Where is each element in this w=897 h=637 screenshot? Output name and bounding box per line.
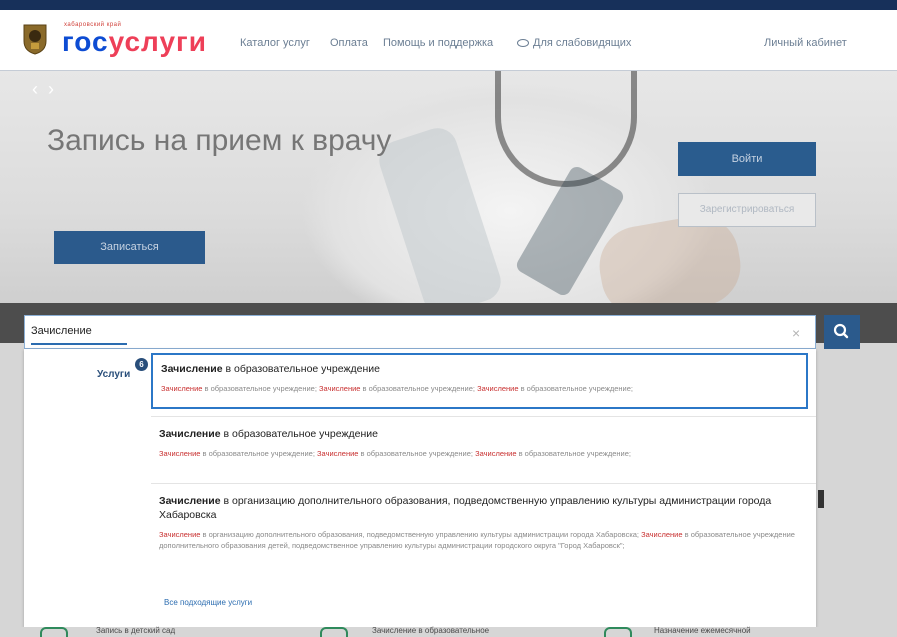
result-title: Зачисление в организацию дополнительного… [159,494,800,522]
popular-item-3[interactable]: Назначение ежемесячной [654,626,751,635]
result-title-rest: в организацию дополнительного образовани… [159,495,772,521]
category-label[interactable]: Услуги [97,369,130,380]
site-header: хабаровский край госуслуги Каталог услуг… [0,10,897,71]
service-icon [604,627,632,637]
result-description: Зачисление в образовательное учреждение;… [161,383,798,394]
region-emblem-icon [23,24,47,55]
nav-help-link[interactable]: Помощь и поддержка [383,37,493,49]
result-title: Зачисление в образовательное учреждение [159,427,800,441]
desc-highlight: Зачисление [319,384,361,393]
service-icon [320,627,348,637]
top-bar [0,0,897,10]
result-item[interactable]: Зачисление в образовательное учреждение … [151,353,808,409]
search-underline [31,343,127,345]
desc-text: в образовательное учреждение; [202,384,320,393]
service-icon [40,627,68,637]
logo-part-1: гос [62,26,109,57]
popular-item-2[interactable]: Зачисление в образовательное [372,626,489,635]
desc-highlight: Зачисление [477,384,519,393]
logo-part-2: услуги [108,26,207,57]
result-divider [151,483,816,484]
result-description: Зачисление в образовательное учреждение;… [159,448,800,459]
result-description: Зачисление в организацию дополнительного… [159,529,800,551]
result-item[interactable]: Зачисление в образовательное учреждение … [151,420,808,480]
slider-prev-icon[interactable]: ‹ [32,79,48,99]
desc-highlight: Зачисление [641,530,683,539]
nav-accessibility-link[interactable]: Для слабовидящих [517,37,631,49]
result-title-rest: в образовательное учреждение [220,428,378,440]
search-suggestions: Услуги 6 Зачисление в образовательное уч… [24,349,816,627]
result-title-match: Зачисление [159,495,221,507]
bottom-popular-strip: Запись в детский сад Зачисление в образо… [0,626,897,637]
desc-text: в образовательное учреждение; [360,384,478,393]
result-item[interactable]: Зачисление в организацию дополнительного… [151,487,808,587]
nav-catalog-link[interactable]: Каталог услуг [240,37,310,49]
desc-highlight: Зачисление [317,449,359,458]
slider-arrows: ‹› [32,79,64,100]
slider-next-icon[interactable]: › [48,79,64,99]
search-button[interactable] [824,315,860,349]
desc-text: в организацию дополнительного образовани… [200,530,642,539]
desc-text: в образовательное учреждение; [358,449,476,458]
login-button[interactable]: Войти [678,142,816,176]
hero-banner: ‹› Запись на прием к врачу Записаться Во… [0,71,897,303]
nav-accessibility-label: Для слабовидящих [533,37,632,49]
desc-highlight: Зачисление [159,449,201,458]
search-field[interactable]: × [24,315,816,349]
gosuslugi-logo[interactable]: госуслуги [62,27,207,57]
carousel-arrow-shape [818,490,824,508]
nav-payment-link[interactable]: Оплата [330,37,368,49]
nav-cabinet-link[interactable]: Личный кабинет [764,37,847,49]
desc-highlight: Зачисление [161,384,203,393]
result-divider [151,416,816,417]
search-input[interactable] [31,320,771,342]
clear-icon[interactable]: × [792,325,800,341]
desc-highlight: Зачисление [475,449,517,458]
desc-text: в образовательное учреждение; [516,449,631,458]
search-icon [833,323,849,339]
signup-button[interactable]: Записаться [54,231,205,264]
register-button[interactable]: Зарегистрироваться [678,193,816,227]
result-title-match: Зачисление [159,428,221,440]
category-count-badge: 6 [135,358,148,371]
desc-text: в образовательное учреждение; [518,384,633,393]
result-title-match: Зачисление [161,363,223,375]
result-title: Зачисление в образовательное учреждение [161,362,798,376]
desc-text: в образовательное учреждение; [200,449,318,458]
all-services-link[interactable]: Все подходящие услуги [164,598,252,607]
eye-icon [517,39,529,47]
hero-title: Запись на прием к врачу [47,124,392,157]
popular-item-1[interactable]: Запись в детский сад [96,626,175,635]
desc-highlight: Зачисление [159,530,201,539]
result-title-rest: в образовательное учреждение [222,363,380,375]
